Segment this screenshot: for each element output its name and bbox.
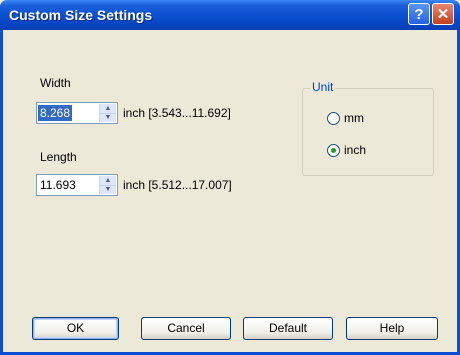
length-stepper[interactable]: 11.693 ▲ ▼ [36, 174, 118, 196]
width-range-text: inch [3.543...11.692] [123, 106, 231, 120]
spin-down-icon[interactable]: ▼ [100, 113, 116, 122]
width-label: Width [40, 76, 71, 90]
width-spinner[interactable]: ▲ ▼ [99, 104, 116, 122]
close-icon[interactable]: ✕ [432, 3, 454, 25]
help-button[interactable]: Help [346, 317, 438, 340]
radio-button[interactable] [327, 112, 340, 125]
unit-option-inch[interactable]: inch [327, 143, 387, 159]
width-input[interactable]: 8.268 [38, 105, 73, 121]
length-input[interactable]: 11.693 [38, 177, 78, 193]
length-label: Length [40, 150, 77, 164]
length-spinner[interactable]: ▲ ▼ [99, 176, 116, 194]
radio-button[interactable] [327, 144, 340, 157]
help-icon[interactable]: ? [408, 3, 430, 25]
window-title: Custom Size Settings [9, 7, 153, 23]
title-bar[interactable]: Custom Size Settings ? ✕ [0, 0, 460, 30]
ok-button[interactable]: OK [32, 317, 119, 340]
length-range-text: inch [5.512...17.007] [123, 178, 232, 192]
width-stepper[interactable]: 8.268 ▲ ▼ [36, 102, 118, 124]
cancel-button[interactable]: Cancel [141, 317, 231, 340]
unit-option-mm[interactable]: mm [327, 111, 387, 127]
unit-groupbox [302, 88, 434, 176]
default-button[interactable]: Default [243, 317, 333, 340]
spin-down-icon[interactable]: ▼ [100, 185, 116, 194]
radio-label: inch [344, 143, 367, 157]
radio-label: mm [344, 111, 364, 125]
unit-group-title: Unit [310, 80, 336, 94]
